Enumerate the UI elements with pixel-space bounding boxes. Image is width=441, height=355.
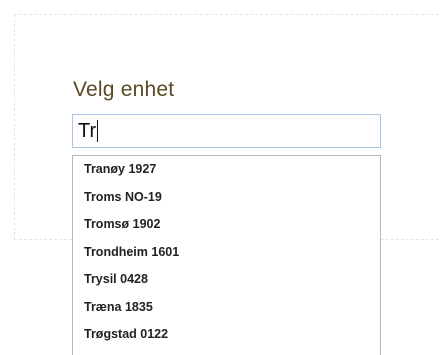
autocomplete-option[interactable]: Tranøy 1927 xyxy=(73,156,380,184)
autocomplete-option[interactable]: Tromsø 1902 xyxy=(73,211,380,239)
unit-search-input[interactable]: Tr xyxy=(72,114,381,148)
autocomplete-dropdown: Tranøy 1927 Troms NO-19 Tromsø 1902 Tron… xyxy=(72,155,381,355)
text-caret xyxy=(97,120,99,142)
page-title: Velg enhet xyxy=(73,78,175,101)
search-input-value: Tr xyxy=(78,120,97,142)
autocomplete-option[interactable]: Troms NO-19 xyxy=(73,184,380,212)
autocomplete-option[interactable]: Træna 1835 xyxy=(73,294,380,322)
autocomplete-option[interactable]: Trondheim 1601 xyxy=(73,239,380,267)
autocomplete-option[interactable]: Trøgstad 0122 xyxy=(73,321,380,349)
autocomplete-option[interactable]: Trysil 0428 xyxy=(73,266,380,294)
